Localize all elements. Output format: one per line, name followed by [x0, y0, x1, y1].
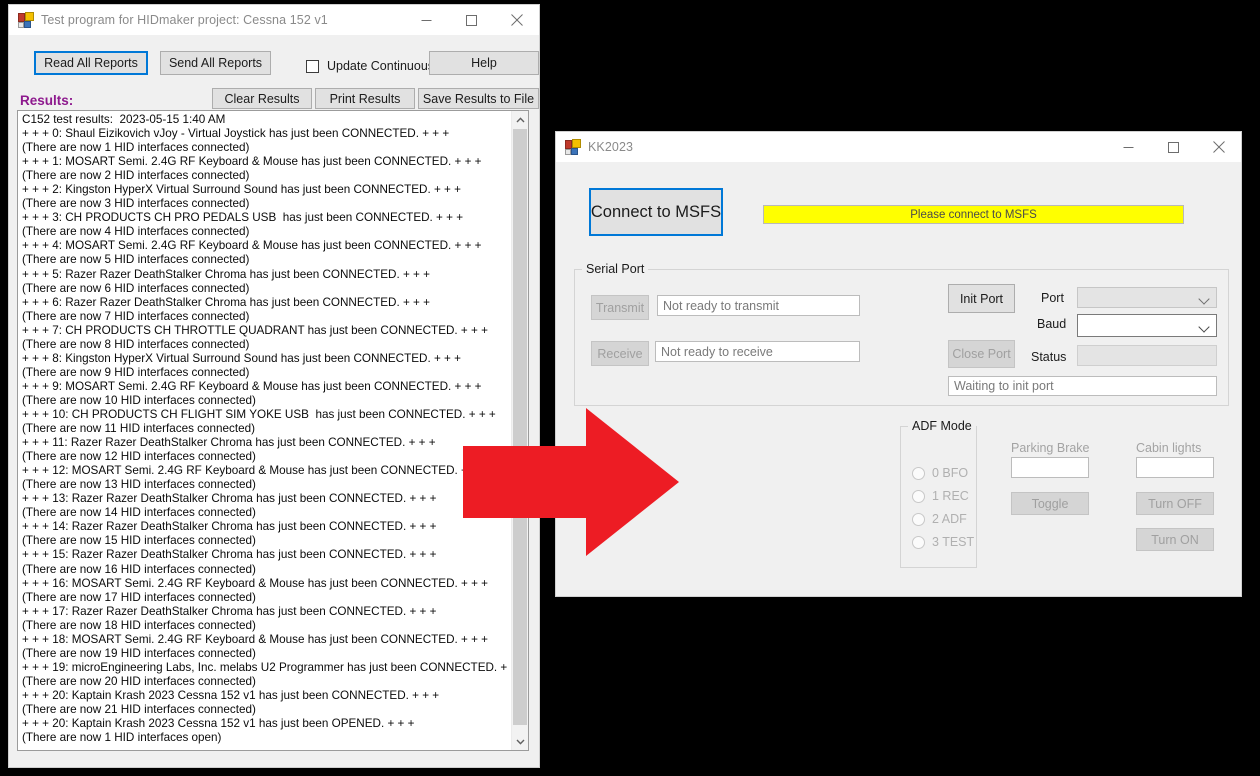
right-arrow-annotation: [463, 408, 679, 556]
adf-radio-1-rec[interactable]: 1 REC: [912, 489, 969, 503]
kk2023-caption-buttons: [1106, 132, 1241, 162]
adf-mode-group: ADF Mode 0 BFO 1 REC 2 ADF 3 TEST: [900, 419, 977, 568]
update-continuously-label: Update Continuously: [327, 59, 444, 73]
hidmaker-titlebar[interactable]: Test program for HIDmaker project: Cessn…: [9, 5, 539, 35]
radio-dot-icon: [912, 489, 925, 503]
results-log-text: C152 test results: 2023-05-15 1:40 AM + …: [22, 113, 511, 745]
chevron-down-icon: [1199, 295, 1209, 301]
hidmaker-title-text: Test program for HIDmaker project: Cessn…: [41, 13, 328, 27]
close-port-button[interactable]: Close Port: [948, 340, 1015, 368]
checkbox-box: [306, 59, 319, 73]
app-form-icon: [18, 12, 34, 28]
chevron-down-icon[interactable]: [512, 733, 528, 750]
help-button[interactable]: Help: [429, 51, 539, 75]
adf-radio-0-bfo[interactable]: 0 BFO: [912, 466, 968, 480]
msfs-status-banner: Please connect to MSFS: [763, 205, 1184, 224]
update-continuously-checkbox[interactable]: Update Continuously: [306, 59, 443, 73]
results-textarea[interactable]: C152 test results: 2023-05-15 1:40 AM + …: [17, 110, 529, 751]
baud-dropdown[interactable]: [1077, 314, 1217, 337]
connect-to-msfs-button[interactable]: Connect to MSFS: [589, 188, 723, 236]
transmit-button[interactable]: Transmit: [591, 295, 649, 320]
print-results-button[interactable]: Print Results: [315, 88, 415, 109]
adf-radio-label: 1 REC: [932, 489, 969, 503]
adf-mode-group-title: ADF Mode: [908, 419, 976, 433]
chevron-down-icon: [1199, 323, 1209, 329]
cabin-lights-field[interactable]: [1136, 457, 1214, 478]
status-field: [1077, 345, 1217, 366]
minimize-icon[interactable]: [1106, 132, 1151, 162]
app-form-icon: [565, 139, 581, 155]
kk2023-title-text: KK2023: [588, 140, 634, 154]
radio-dot-icon: [912, 535, 925, 549]
hidmaker-test-window: Test program for HIDmaker project: Cessn…: [8, 4, 540, 768]
parking-brake-toggle-button[interactable]: Toggle: [1011, 492, 1089, 515]
port-state-field: Waiting to init port: [948, 376, 1217, 396]
adf-radio-3-test[interactable]: 3 TEST: [912, 535, 974, 549]
baud-label: Baud: [1037, 317, 1067, 331]
adf-radio-label: 0 BFO: [932, 466, 969, 480]
read-all-reports-button[interactable]: Read All Reports: [34, 51, 148, 75]
receive-button[interactable]: Receive: [591, 341, 649, 366]
results-label: Results:: [20, 93, 74, 108]
send-all-reports-button[interactable]: Send All Reports: [160, 51, 271, 75]
close-icon[interactable]: [494, 5, 539, 35]
cabin-lights-turn-on-button[interactable]: Turn ON: [1136, 528, 1214, 551]
serial-port-group-title: Serial Port: [582, 262, 649, 276]
status-label: Status: [1031, 350, 1067, 364]
cabin-lights-label: Cabin lights: [1136, 441, 1202, 455]
serial-port-group: Serial Port Transmit Not ready to transm…: [574, 262, 1229, 406]
port-dropdown[interactable]: [1077, 287, 1217, 308]
adf-radio-label: 2 ADF: [932, 512, 967, 526]
parking-brake-label: Parking Brake: [1011, 441, 1090, 455]
maximize-icon[interactable]: [1151, 132, 1196, 162]
radio-dot-icon: [912, 512, 925, 526]
adf-radio-2-adf[interactable]: 2 ADF: [912, 512, 967, 526]
hidmaker-caption-buttons: [404, 5, 539, 35]
receive-status-field: Not ready to receive: [655, 341, 860, 362]
maximize-icon[interactable]: [449, 5, 494, 35]
save-results-to-file-button[interactable]: Save Results to File: [418, 88, 539, 109]
close-icon[interactable]: [1196, 132, 1241, 162]
port-label: Port: [1041, 291, 1064, 305]
transmit-status-field: Not ready to transmit: [657, 295, 860, 316]
chevron-up-icon[interactable]: [512, 111, 528, 128]
parking-brake-field[interactable]: [1011, 457, 1089, 478]
minimize-icon[interactable]: [404, 5, 449, 35]
adf-radio-label: 3 TEST: [932, 535, 975, 549]
clear-results-button[interactable]: Clear Results: [212, 88, 312, 109]
init-port-button[interactable]: Init Port: [948, 284, 1015, 313]
cabin-lights-turn-off-button[interactable]: Turn OFF: [1136, 492, 1214, 515]
kk2023-titlebar[interactable]: KK2023: [556, 132, 1241, 162]
radio-dot-icon: [912, 466, 925, 480]
